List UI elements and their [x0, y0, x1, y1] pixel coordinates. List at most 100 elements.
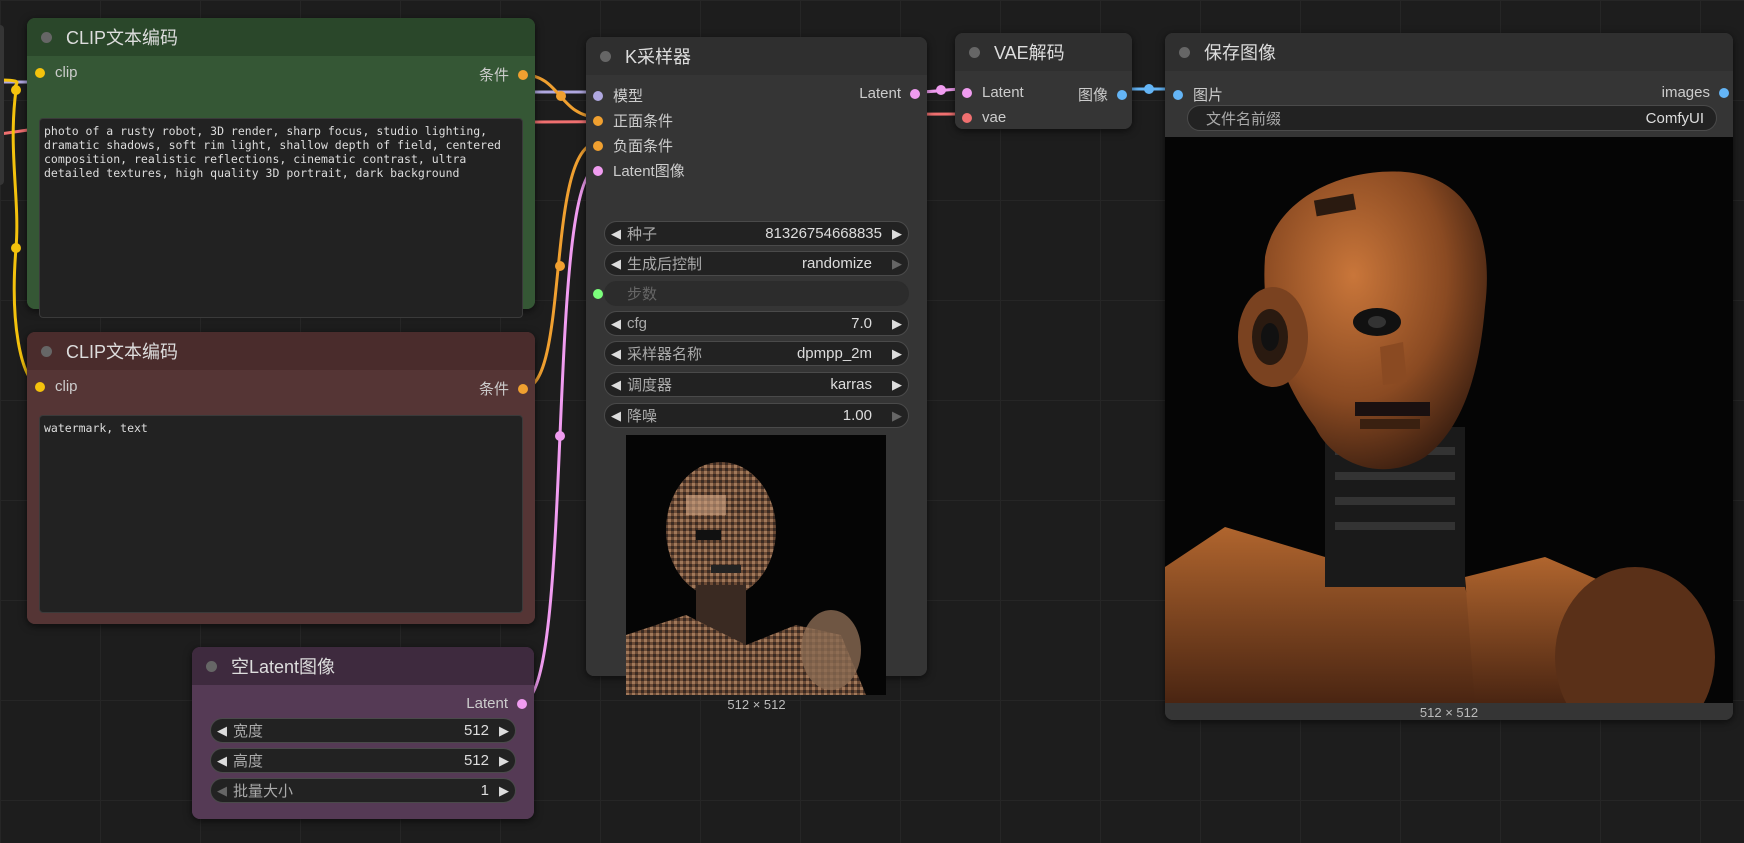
control-after-generate-widget[interactable]: ◀ 生成后控制 randomize ▶ [604, 251, 909, 276]
height-widget[interactable]: ◀ 高度 512 ▶ [210, 748, 516, 773]
decrement-arrow-icon[interactable]: ◀ [605, 346, 627, 362]
input-latent-image-slot[interactable]: Latent图像 [593, 160, 685, 181]
save-image-node[interactable]: 保存图像 图片 images 文件名前缀 ComfyUI 512 × 512 [1165, 33, 1733, 720]
scheduler-label: 调度器 [627, 377, 673, 394]
input-model-slot[interactable]: 模型 [593, 85, 643, 106]
input-images-slot[interactable]: 图片 [1173, 84, 1223, 105]
decrement-arrow-icon[interactable]: ◀ [605, 408, 627, 424]
width-widget[interactable]: ◀ 宽度 512 ▶ [210, 718, 516, 743]
image-pin-icon[interactable] [1719, 87, 1729, 98]
ksampler-node[interactable]: K采样器 模型 Latent 正面条件 负面条件 Latent图像 ◀ 种子 8… [586, 37, 927, 712]
input-latent-slot[interactable]: Latent [962, 84, 1024, 101]
cond-pin-icon[interactable] [518, 69, 528, 80]
node-title-bar[interactable]: K采样器 [586, 37, 927, 75]
vae-pin-icon[interactable] [962, 112, 972, 123]
decrement-arrow-icon[interactable]: ◀ [605, 226, 627, 242]
prompt-textarea[interactable]: watermark, text [39, 415, 523, 613]
input-vae-slot[interactable]: vae [962, 109, 1006, 126]
node-title-bar[interactable]: 空Latent图像 [192, 647, 534, 685]
output-images-slot[interactable]: images [1662, 84, 1729, 101]
cond-pin-icon[interactable] [518, 383, 528, 394]
latent-pin-icon[interactable] [910, 88, 920, 99]
decrement-arrow-icon[interactable]: ◀ [211, 753, 233, 769]
increment-arrow-icon[interactable]: ▶ [886, 226, 908, 242]
saved-image-preview[interactable] [1165, 137, 1733, 703]
prompt-textarea[interactable]: photo of a rusty robot, 3D render, sharp… [39, 118, 523, 318]
steps-input-pin-icon[interactable] [593, 289, 603, 299]
seed-value: 81326754668835 [765, 225, 882, 242]
input-clip-slot[interactable]: clip [35, 378, 78, 395]
increment-arrow-icon[interactable]: ▶ [886, 316, 908, 332]
increment-arrow-icon[interactable]: ▶ [493, 783, 515, 799]
input-model-label: 模型 [613, 88, 644, 105]
output-latent-label: Latent [859, 85, 901, 102]
filename-prefix-label: 文件名前缀 [1206, 110, 1282, 128]
node-title: 保存图像 [1204, 43, 1276, 63]
denoise-label: 降噪 [627, 408, 658, 425]
latent-pin-icon[interactable] [593, 165, 603, 176]
input-clip-slot[interactable]: clip [35, 64, 78, 81]
vae-decode-node[interactable]: VAE解码 Latent 图像 vae [955, 33, 1132, 129]
image-pin-icon[interactable] [1173, 89, 1183, 100]
input-images-label: 图片 [1193, 87, 1224, 104]
filename-prefix-widget[interactable]: 文件名前缀 ComfyUI [1187, 105, 1717, 131]
batch-size-widget[interactable]: ◀ 批量大小 1 ▶ [210, 778, 516, 803]
collapse-dot-icon[interactable] [41, 31, 52, 43]
clip-text-encode-positive-node[interactable]: CLIP文本编码 clip 条件 photo of a rusty robot,… [27, 18, 535, 318]
denoise-widget[interactable]: ◀ 降噪 1.00 ▶ [604, 403, 909, 428]
steps-widget[interactable]: 步数 [604, 281, 909, 306]
input-positive-slot[interactable]: 正面条件 [593, 110, 673, 131]
scheduler-value: karras [830, 376, 872, 393]
decrement-arrow-icon[interactable]: ◀ [605, 377, 627, 393]
node-title: VAE解码 [994, 43, 1065, 63]
clip-pin-icon[interactable] [35, 381, 45, 392]
node-title-bar[interactable]: CLIP文本编码 [27, 18, 535, 56]
preview-size-label: 512 × 512 [1419, 705, 1479, 720]
collapse-dot-icon[interactable] [41, 345, 52, 357]
decrement-arrow-icon[interactable]: ◀ [211, 723, 233, 739]
output-cond-slot[interactable]: 条件 [479, 64, 528, 85]
cond-pin-icon[interactable] [593, 115, 603, 126]
cond-pin-icon[interactable] [593, 140, 603, 151]
scheduler-widget[interactable]: ◀ 调度器 karras ▶ [604, 372, 909, 397]
decrement-arrow-icon[interactable]: ◀ [211, 783, 233, 799]
collapse-dot-icon[interactable] [969, 46, 980, 58]
collapse-dot-icon[interactable] [1179, 46, 1190, 58]
latent-pin-icon[interactable] [962, 87, 972, 98]
filename-prefix-value: ComfyUI [1645, 109, 1704, 127]
wire-clip-offscreen-2 [0, 128, 29, 136]
output-latent-slot[interactable]: Latent [466, 695, 527, 712]
collapse-dot-icon[interactable] [600, 50, 611, 62]
collapse-dot-icon[interactable] [206, 660, 217, 672]
node-title-bar[interactable]: CLIP文本编码 [27, 332, 535, 370]
output-cond-slot[interactable]: 条件 [479, 378, 528, 399]
input-negative-slot[interactable]: 负面条件 [593, 135, 673, 156]
increment-arrow-icon[interactable]: ▶ [493, 723, 515, 739]
increment-arrow-icon[interactable]: ▶ [493, 753, 515, 769]
height-label: 高度 [233, 753, 264, 770]
decrement-arrow-icon[interactable]: ◀ [605, 256, 627, 272]
empty-latent-image-node[interactable]: 空Latent图像 Latent ◀ 宽度 512 ▶ ◀ 高度 512 ▶ ◀… [192, 647, 534, 819]
latent-pin-icon[interactable] [517, 698, 527, 709]
increment-arrow-icon[interactable]: ▶ [886, 408, 908, 424]
decrement-arrow-icon[interactable]: ◀ [605, 316, 627, 332]
clip-pin-icon[interactable] [35, 67, 45, 78]
node-title-bar[interactable]: 保存图像 [1165, 33, 1733, 71]
height-value: 512 [463, 752, 489, 769]
increment-arrow-icon[interactable]: ▶ [886, 256, 908, 272]
increment-arrow-icon[interactable]: ▶ [886, 346, 908, 362]
input-clip-label: clip [55, 378, 78, 395]
output-image-slot[interactable]: 图像 [1078, 84, 1127, 105]
cfg-widget[interactable]: ◀ cfg 7.0 ▶ [604, 311, 909, 336]
image-pin-icon[interactable] [1117, 89, 1127, 100]
node-title: K采样器 [625, 47, 692, 67]
node-title-bar[interactable]: VAE解码 [955, 33, 1132, 71]
output-latent-slot[interactable]: Latent [859, 85, 920, 102]
input-negative-label: 负面条件 [613, 138, 674, 155]
sampler-name-widget[interactable]: ◀ 采样器名称 dpmpp_2m ▶ [604, 341, 909, 366]
increment-arrow-icon[interactable]: ▶ [886, 377, 908, 393]
cfg-label: cfg [627, 315, 648, 332]
model-pin-icon[interactable] [593, 90, 603, 101]
clip-text-encode-negative-node[interactable]: CLIP文本编码 clip 条件 watermark, text [27, 332, 535, 624]
seed-widget[interactable]: ◀ 种子 81326754668835 ▶ [604, 221, 909, 246]
